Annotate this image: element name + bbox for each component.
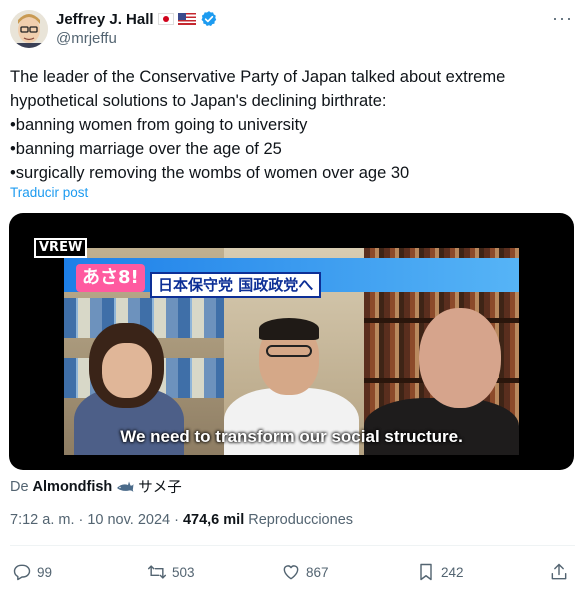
display-name[interactable]: Jeffrey J. Hall (56, 11, 154, 28)
verified-badge-icon (201, 11, 216, 26)
attribution-source-suffix[interactable]: サメ子 (138, 476, 182, 497)
attribution-source[interactable]: Almondfish (33, 479, 113, 495)
bookmark-icon (420, 563, 432, 581)
program-logo: あさ8! (76, 264, 145, 292)
vrew-watermark: VREW (34, 238, 88, 258)
video-subtitle: We need to transform our social structur… (120, 427, 463, 446)
attribution-prefix: De (10, 478, 29, 495)
meta-separator: · (78, 512, 84, 528)
views-label: Reproducciones (248, 512, 354, 528)
usa-flag-icon (177, 13, 196, 25)
bookmark-count: 242 (441, 564, 464, 580)
divider (10, 545, 575, 546)
share-icon (551, 563, 567, 580)
japan-flag-icon (157, 13, 174, 25)
share-button[interactable] (549, 558, 569, 586)
tweet-line: •banning marriage over the age of 25 (10, 140, 282, 158)
repost-button[interactable]: 503 (147, 558, 195, 586)
author-row: Jeffrey J. Hall (56, 9, 218, 29)
banner-headline: 日本保守党 国政政党へ (150, 272, 322, 298)
tweet-line: The leader of the Conservative Party of … (10, 68, 506, 86)
reply-count: 99 (37, 564, 53, 580)
video-attribution: De Almondfish サメ子 (10, 476, 182, 497)
shark-icon (117, 481, 134, 492)
video-player[interactable]: あさ8! 日本保守党 国政政党へ VREW We need to transfo… (9, 213, 574, 470)
translate-post-link[interactable]: Traducir post (10, 185, 88, 200)
like-count: 867 (306, 564, 329, 580)
tweet-text: The leader of the Conservative Party of … (10, 65, 575, 185)
reply-button[interactable]: 99 (12, 558, 52, 586)
post-time[interactable]: 7:12 a. m. (10, 512, 74, 528)
tweet-meta: 7:12 a. m. · 10 nov. 2024 · 474,6 mil Re… (10, 512, 353, 528)
action-bar: 99 503 867 242 (0, 558, 585, 586)
reply-icon (13, 564, 31, 581)
bookmark-button[interactable]: 242 (416, 558, 464, 586)
video-frame[interactable]: あさ8! 日本保守党 国政政党へ (64, 248, 519, 455)
views-count: 474,6 mil (182, 512, 245, 528)
program-banner: あさ8! 日本保守党 国政政党へ (64, 258, 519, 298)
meta-separator: · (174, 512, 179, 528)
like-button[interactable]: 867 (281, 558, 329, 586)
repost-count: 503 (172, 564, 195, 580)
post-date[interactable]: 10 nov. 2024 (87, 512, 170, 528)
heart-icon (283, 565, 299, 580)
tweet-line: •surgically removing the wombs of women … (10, 164, 410, 182)
avatar[interactable] (10, 10, 48, 48)
tweet-line: •banning women from going to university (10, 116, 308, 134)
more-options-icon[interactable]: ··· (552, 8, 573, 29)
author-handle[interactable]: @mrjeffu (56, 30, 117, 47)
repost-icon (147, 565, 167, 579)
tweet: Jeffrey J. Hall @mrjeffu ··· The leader … (0, 0, 585, 593)
tweet-line: hypothetical solutions to Japan's declin… (10, 92, 387, 110)
